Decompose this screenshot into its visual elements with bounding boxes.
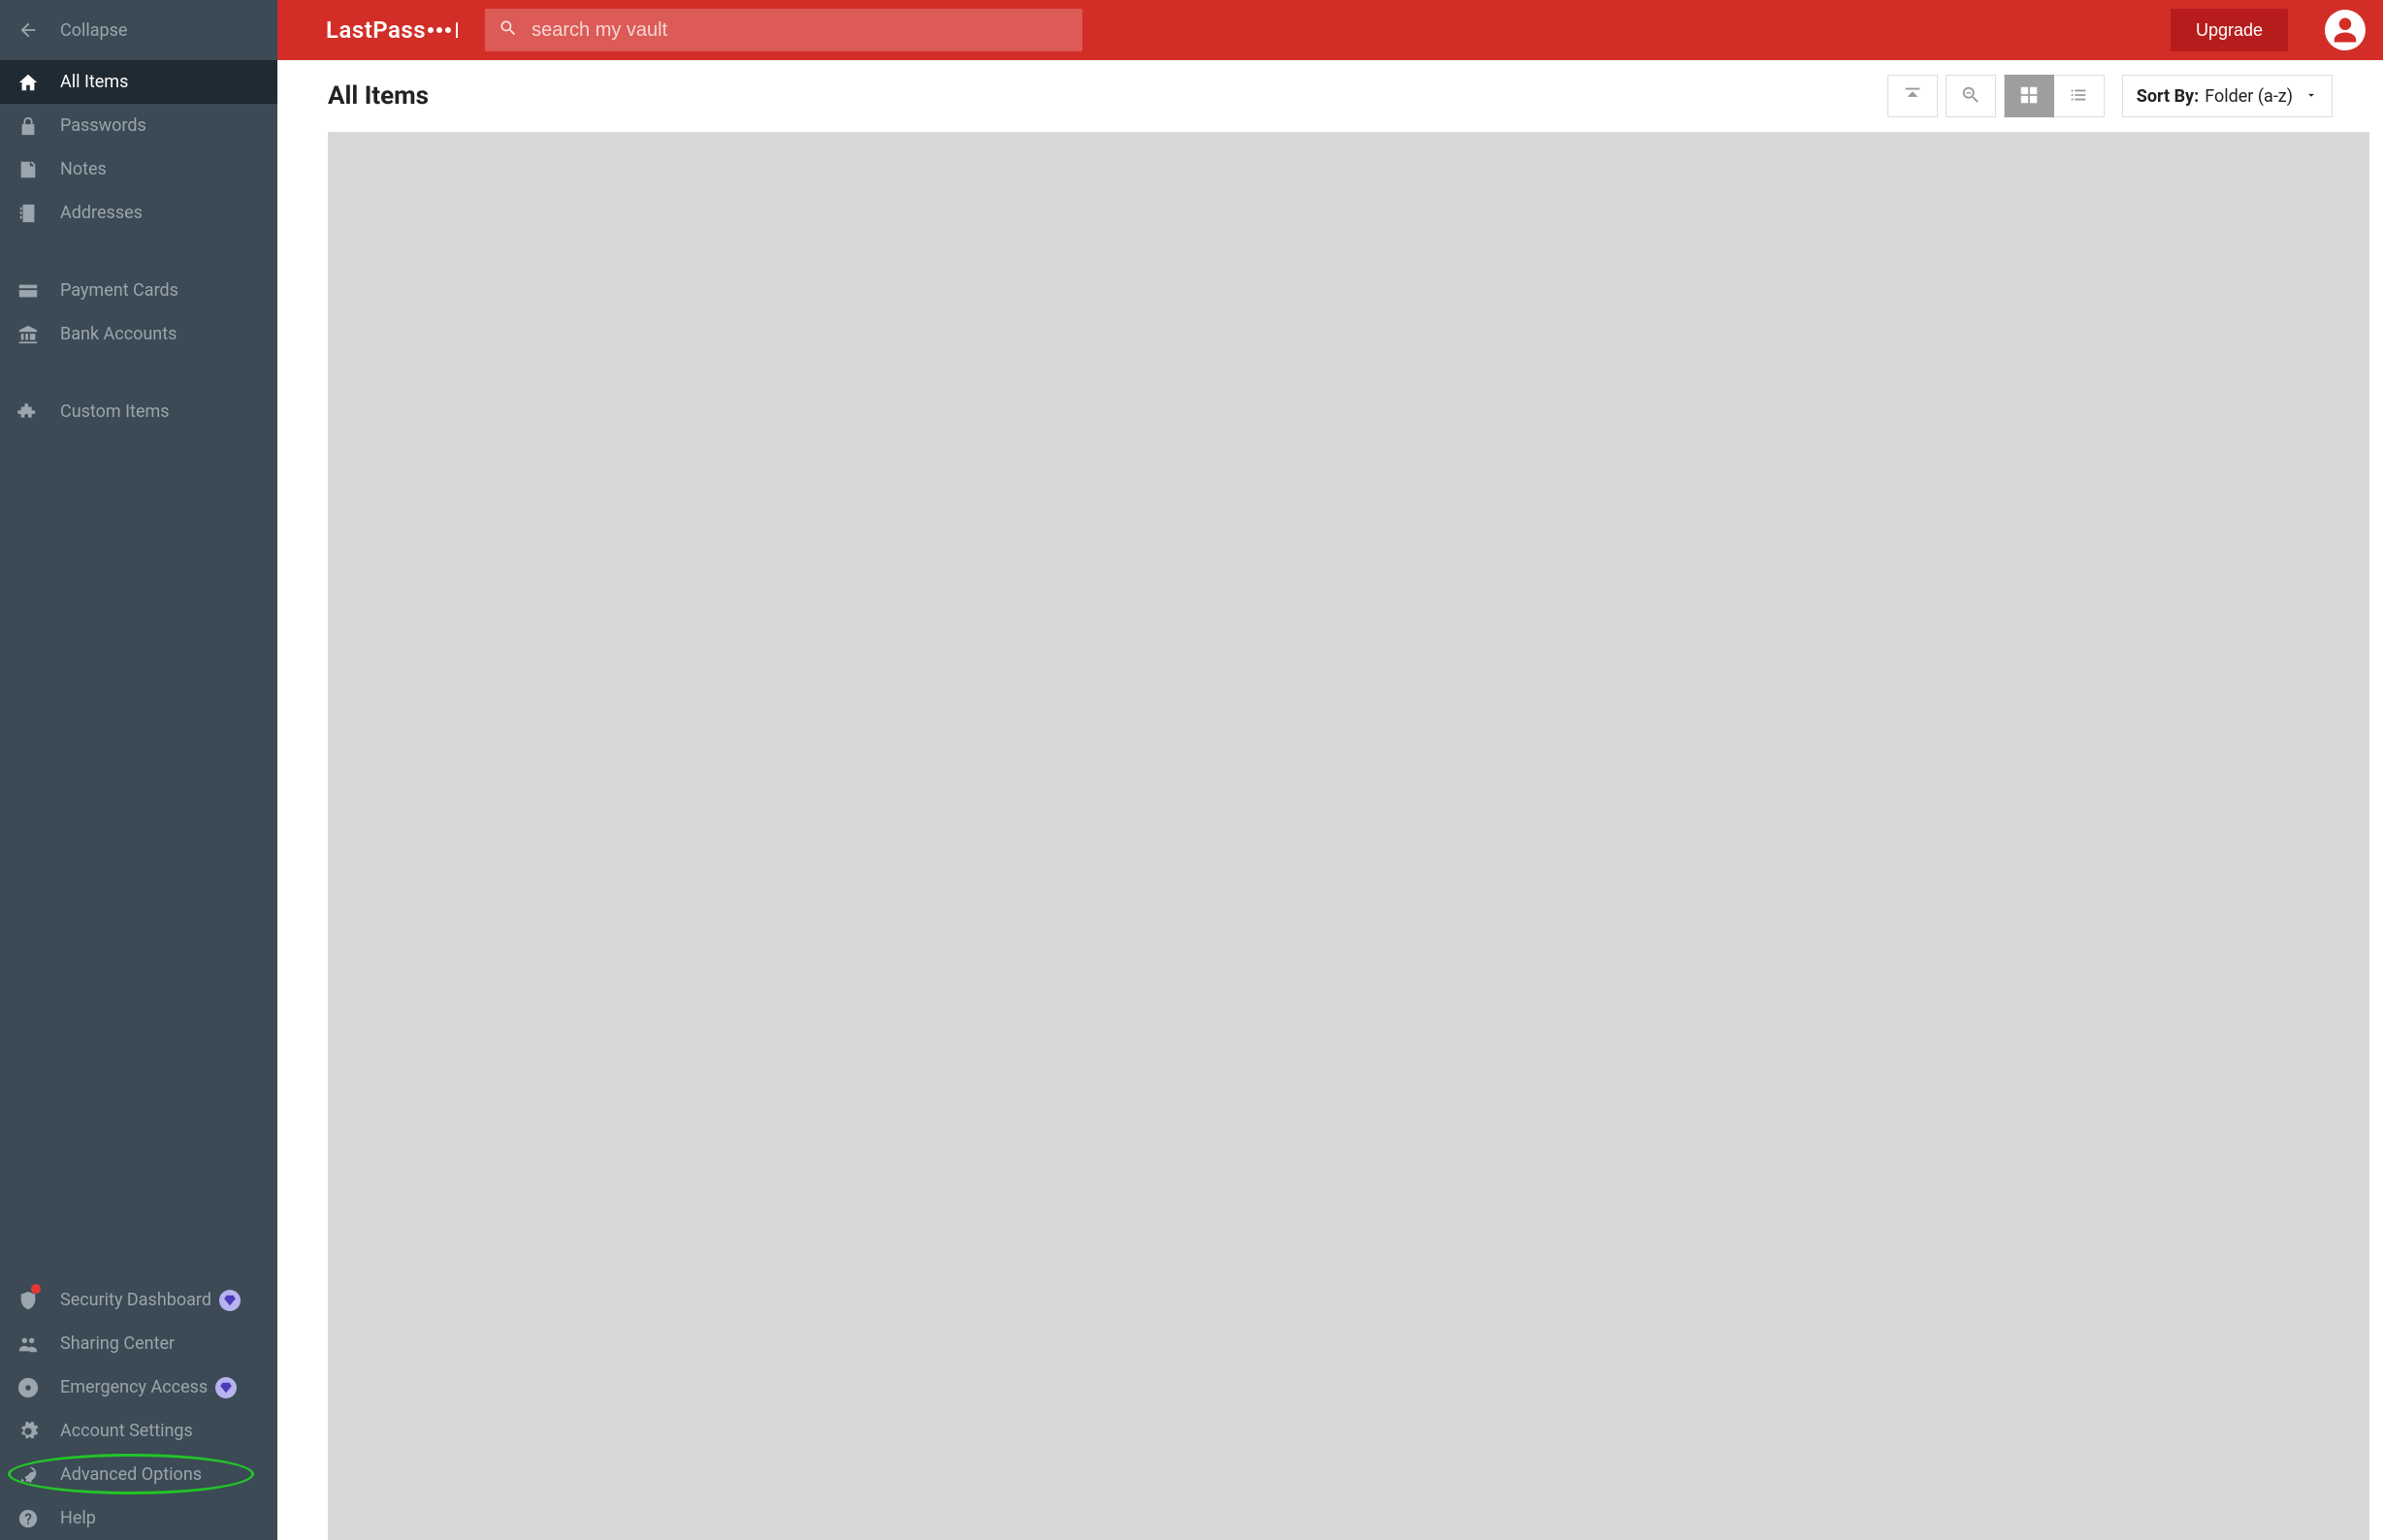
toolbar: All Items Sort By:: [277, 60, 2383, 132]
search-input[interactable]: [531, 19, 1069, 42]
lock-icon: [17, 115, 60, 137]
sidebar-item-advanced-options[interactable]: Advanced Options: [0, 1453, 277, 1496]
grid-icon: [2018, 84, 2040, 109]
search-icon: [499, 18, 518, 42]
content-area: [328, 132, 2369, 1540]
list-view-button[interactable]: [2054, 75, 2105, 117]
sidebar-item-addresses[interactable]: Addresses: [0, 191, 277, 235]
view-toggle-group: [2004, 75, 2105, 117]
zoom-out-icon: [1960, 84, 1981, 109]
logo: LastPass: [326, 16, 458, 44]
upgrade-button[interactable]: Upgrade: [2171, 9, 2288, 51]
addressbook-icon: [17, 203, 60, 224]
sidebar-item-all-items[interactable]: All Items: [0, 60, 277, 104]
sidebar-item-label: All Items: [60, 72, 128, 92]
sidebar-collapse[interactable]: Collapse: [0, 0, 277, 60]
sort-value: Folder (a-z): [2205, 86, 2293, 107]
sidebar-item-label: Custom Items: [60, 401, 170, 422]
sidebar-item-label: Security Dashboard: [60, 1290, 211, 1310]
sidebar-item-help[interactable]: Help: [0, 1496, 277, 1540]
sidebar-collapse-label: Collapse: [60, 20, 127, 41]
sidebar-item-custom-items[interactable]: Custom Items: [0, 390, 277, 433]
sidebar-item-label: Passwords: [60, 115, 146, 136]
sidebar-item-label: Sharing Center: [60, 1333, 175, 1354]
lifebuoy-icon: [17, 1377, 60, 1398]
zoom-out-button[interactable]: [1946, 75, 1996, 117]
sidebar-item-label: Emergency Access: [60, 1377, 208, 1397]
bank-icon: [17, 324, 60, 345]
rocket-icon: [17, 1464, 60, 1486]
sidebar-item-bank-accounts[interactable]: Bank Accounts: [0, 312, 277, 356]
page-title: All Items: [328, 81, 429, 111]
sidebar-item-payment-cards[interactable]: Payment Cards: [0, 269, 277, 312]
search-wrap[interactable]: [485, 9, 1082, 51]
sidebar-item-label: Notes: [60, 159, 107, 179]
sidebar-item-account-settings[interactable]: Account Settings: [0, 1409, 277, 1453]
sidebar-item-security-dashboard[interactable]: Security Dashboard: [0, 1278, 277, 1322]
caret-down-icon: [2304, 86, 2318, 107]
help-icon: [17, 1508, 60, 1529]
notification-dot: [31, 1284, 41, 1294]
sidebar-item-label: Payment Cards: [60, 280, 178, 301]
sidebar-item-label: Advanced Options: [60, 1464, 202, 1485]
sidebar-item-emergency-access[interactable]: Emergency Access: [0, 1365, 277, 1409]
avatar[interactable]: [2325, 10, 2366, 50]
people-icon: [17, 1333, 60, 1355]
sidebar-item-label: Bank Accounts: [60, 324, 177, 344]
sidebar-item-label: Help: [60, 1508, 96, 1528]
sidebar-item-sharing-center[interactable]: Sharing Center: [0, 1322, 277, 1365]
logo-text: LastPass: [326, 16, 426, 44]
collapse-all-button[interactable]: [1887, 75, 1938, 117]
sidebar-item-label: Account Settings: [60, 1421, 193, 1441]
puzzle-icon: [17, 401, 60, 423]
collapse-up-icon: [1902, 84, 1923, 109]
note-icon: [17, 159, 60, 180]
header: LastPass Upgrade: [277, 0, 2383, 60]
sidebar-item-notes[interactable]: Notes: [0, 147, 277, 191]
grid-view-button[interactable]: [2004, 75, 2054, 117]
list-icon: [2068, 84, 2089, 109]
arrow-left-icon: [17, 19, 60, 41]
sort-dropdown[interactable]: Sort By: Folder (a-z): [2122, 75, 2333, 117]
diamond-badge-icon: [219, 1290, 241, 1311]
diamond-badge-icon: [215, 1377, 237, 1398]
card-icon: [17, 280, 60, 302]
logo-dots-icon: [428, 22, 458, 38]
sidebar: Collapse All Items Passwords Notes Addresse…: [0, 0, 277, 1540]
sidebar-item-passwords[interactable]: Passwords: [0, 104, 277, 147]
home-icon: [17, 72, 60, 93]
main: LastPass Upgrade All Items: [277, 0, 2383, 1540]
sidebar-item-label: Addresses: [60, 203, 143, 223]
gear-icon: [17, 1421, 60, 1442]
sort-label: Sort By:: [2137, 86, 2199, 107]
